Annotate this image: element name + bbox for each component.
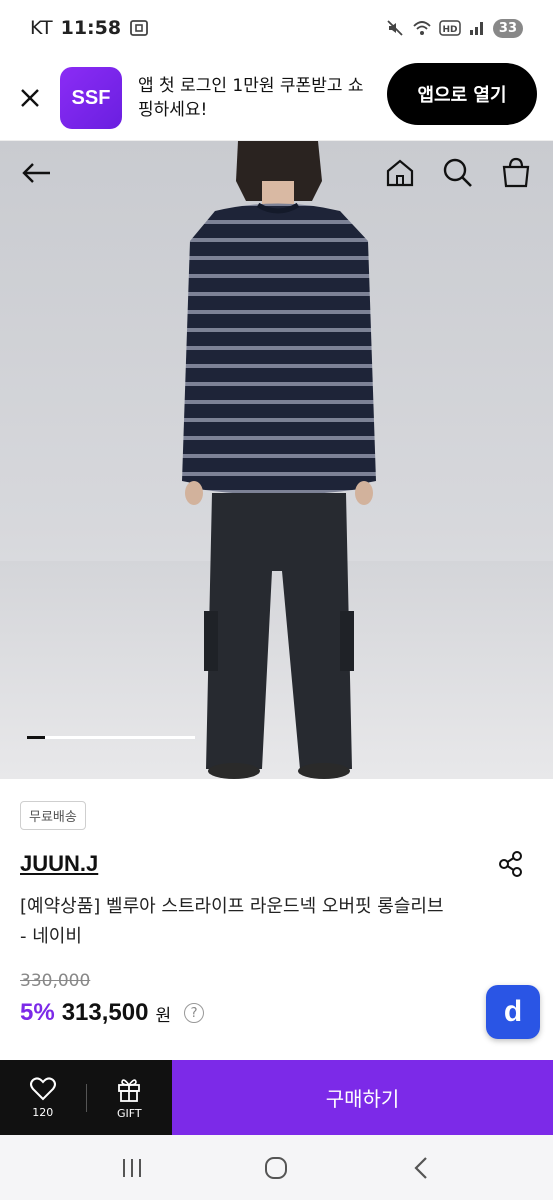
carrier: KT bbox=[30, 17, 53, 39]
system-nav-bar bbox=[0, 1135, 553, 1200]
ssf-app-logo: SSF bbox=[60, 67, 122, 129]
close-icon bbox=[21, 89, 39, 107]
product-header bbox=[0, 141, 553, 203]
home-button[interactable] bbox=[380, 153, 420, 193]
back-nav-button[interactable] bbox=[401, 1148, 441, 1188]
recent-apps-icon bbox=[123, 1158, 142, 1177]
product-image-gallery[interactable] bbox=[0, 141, 553, 779]
home-circle-icon bbox=[265, 1156, 288, 1179]
gallery-progress-track bbox=[27, 736, 195, 739]
share-icon bbox=[499, 851, 522, 877]
chevron-left-icon bbox=[414, 1156, 427, 1179]
hd-icon: HD bbox=[439, 20, 461, 36]
open-app-button[interactable]: 앱으로 열기 bbox=[387, 63, 537, 125]
wifi-icon bbox=[413, 21, 431, 35]
price-row: 5% 313,500 원 ? bbox=[20, 999, 205, 1027]
free-shipping-badge: 무료배송 bbox=[20, 801, 86, 830]
app-install-banner: SSF 앱 첫 로그인 1만원 쿠폰받고 쇼핑하세요! 앱으로 열기 bbox=[0, 56, 553, 141]
shopping-bag-button[interactable] bbox=[496, 153, 536, 193]
back-arrow-icon bbox=[22, 163, 50, 183]
gift-icon bbox=[118, 1079, 141, 1102]
home-nav-button[interactable] bbox=[256, 1148, 296, 1188]
bottom-action-bar: 120 GIFT 구매하기 bbox=[0, 1060, 553, 1135]
home-icon bbox=[386, 159, 414, 187]
product-info: 무료배송 JUUN.J [예약상품] 벨루아 스트라이프 라운드넥 오버핏 롱슬… bbox=[0, 779, 553, 1060]
discount-rate: 5% bbox=[20, 999, 55, 1026]
heart-icon bbox=[29, 1077, 56, 1101]
clock: 11:58 bbox=[60, 17, 122, 39]
model-photo bbox=[0, 141, 553, 779]
share-button[interactable] bbox=[496, 849, 526, 879]
original-price: 330,000 bbox=[20, 971, 91, 991]
gift-button[interactable]: GIFT bbox=[87, 1060, 173, 1135]
status-bar: KT 11:58 HD 33 bbox=[0, 0, 553, 56]
buy-button[interactable]: 구매하기 bbox=[172, 1060, 553, 1135]
back-button[interactable] bbox=[18, 153, 58, 193]
search-icon bbox=[443, 158, 472, 187]
like-button[interactable]: 120 bbox=[0, 1060, 86, 1135]
banner-message: 앱 첫 로그인 1만원 쿠폰받고 쇼핑하세요! bbox=[138, 76, 364, 120]
brand-link[interactable]: JUUN.J bbox=[20, 851, 98, 877]
floating-d-button[interactable]: d bbox=[486, 985, 540, 1039]
gallery-progress-thumb bbox=[27, 736, 46, 739]
like-count: 120 bbox=[32, 1106, 54, 1119]
currency-unit: 원 bbox=[155, 1005, 172, 1026]
recent-apps-button[interactable] bbox=[112, 1148, 152, 1188]
screenshot-icon bbox=[130, 20, 148, 36]
search-button[interactable] bbox=[438, 153, 478, 193]
bottom-left-actions: 120 GIFT bbox=[0, 1060, 172, 1135]
sale-price: 313,500 bbox=[61, 999, 149, 1026]
shopping-bag-icon bbox=[502, 157, 530, 188]
product-title: [예약상품] 벨루아 스트라이프 라운드넥 오버핏 롱슬리브 - 네이비 bbox=[20, 896, 444, 947]
mute-icon bbox=[387, 20, 403, 36]
status-right: HD 33 bbox=[385, 18, 523, 38]
svg-text:HD: HD bbox=[442, 25, 457, 35]
banner-close-button[interactable] bbox=[0, 56, 60, 141]
gift-label: GIFT bbox=[116, 1107, 142, 1120]
status-left: KT 11:58 bbox=[30, 17, 149, 39]
price-help-icon[interactable]: ? bbox=[184, 1003, 205, 1023]
signal-icon bbox=[469, 22, 483, 35]
battery-indicator: 33 bbox=[492, 18, 523, 38]
